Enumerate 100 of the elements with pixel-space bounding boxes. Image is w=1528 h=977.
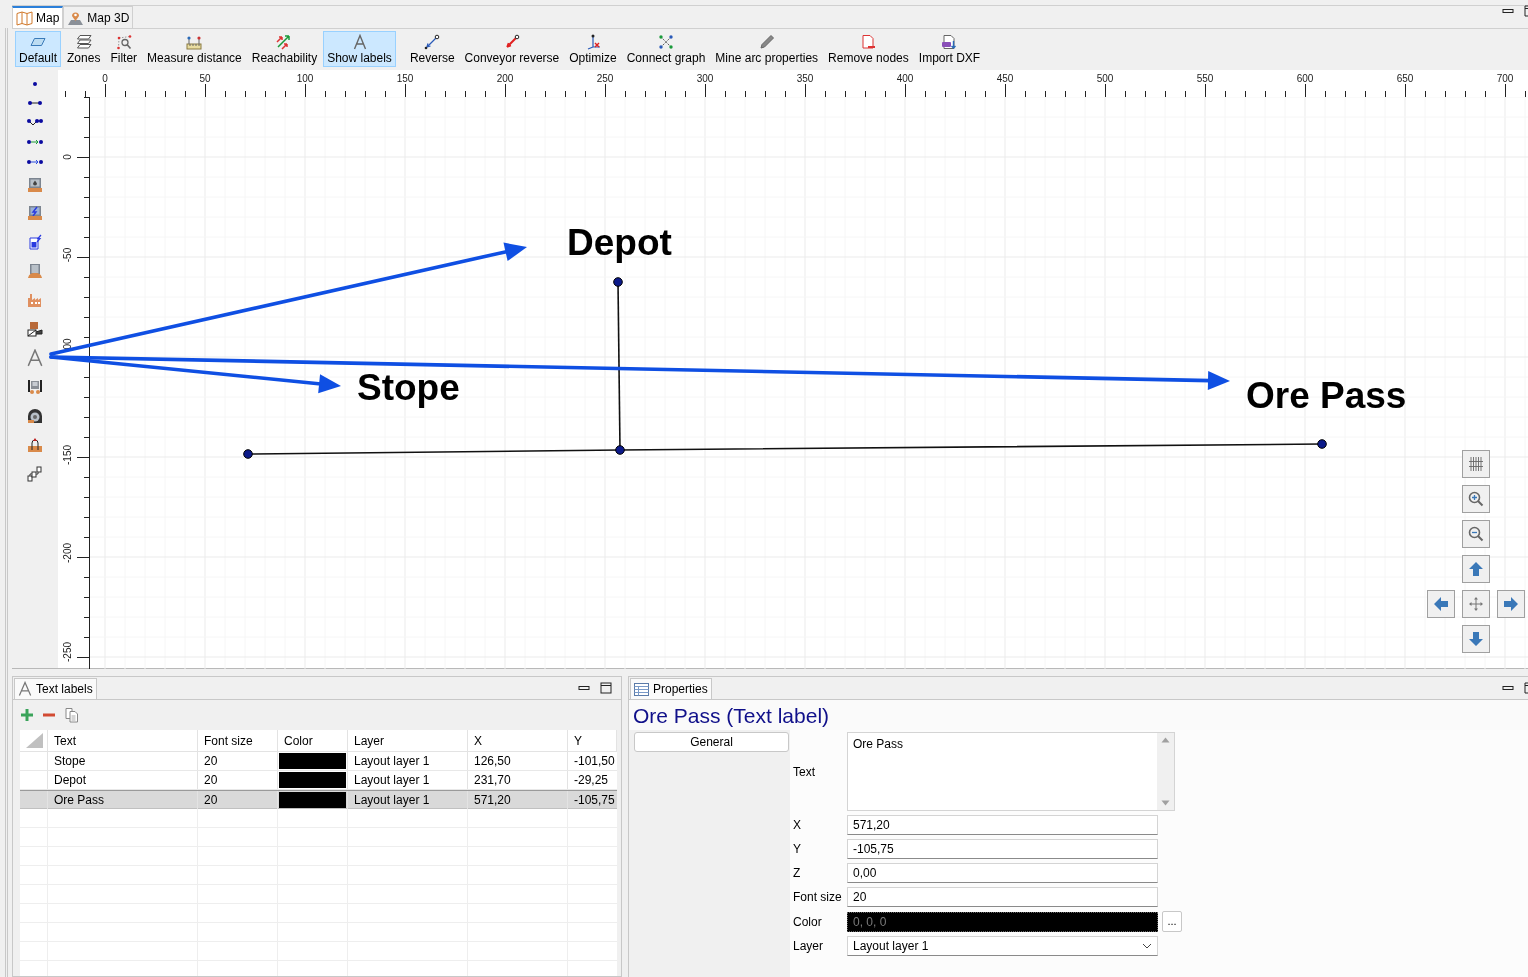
- letter-a-icon: [351, 34, 368, 50]
- copy-icon[interactable]: [64, 707, 80, 723]
- table-cell-text: -105,75: [573, 792, 616, 809]
- table-cell-text: -101,50: [573, 753, 616, 770]
- toolbar-button[interactable]: Remove nodes: [824, 31, 913, 67]
- arrow-right-icon: [1503, 596, 1519, 612]
- ruler-label: -150: [61, 445, 73, 465]
- arrow-left-icon: [1433, 596, 1449, 612]
- drum-icon[interactable]: [27, 408, 43, 424]
- table-cell: 20: [198, 771, 278, 789]
- toolbar-button[interactable]: Reverse: [405, 31, 459, 67]
- maximize-icon[interactable]: [600, 682, 612, 694]
- maximize-icon[interactable]: [1524, 682, 1528, 694]
- pan-right-button[interactable]: [1497, 590, 1525, 618]
- toolbar-button[interactable]: Reachability: [247, 31, 322, 67]
- panel-tab[interactable]: Text labels: [14, 678, 97, 699]
- ruler-label: 650: [1396, 73, 1414, 84]
- ruler-label: -200: [61, 543, 73, 563]
- table-row[interactable]: Stope 20 Layout layer 1 126,50 -101,50: [20, 752, 617, 771]
- minimize-icon[interactable]: [1502, 683, 1514, 693]
- diagonal-arrows-icon: [276, 34, 293, 50]
- table-cell: Stope: [48, 752, 198, 770]
- map-label: Ore Pass: [1246, 375, 1407, 416]
- ruler-label: 550: [1196, 73, 1214, 84]
- ruler-label: 100: [296, 73, 314, 84]
- zoom-out-button[interactable]: [1462, 520, 1490, 548]
- view-tab[interactable]: Map 3D: [63, 6, 134, 28]
- zoom-in-button[interactable]: [1462, 485, 1490, 513]
- ruler-label: -50: [61, 247, 73, 263]
- field-label: Text: [793, 763, 816, 781]
- text-input[interactable]: 571,20: [847, 815, 1158, 835]
- toolbar-button[interactable]: Mine arc properties: [711, 31, 823, 67]
- map-label: Stope: [357, 367, 460, 408]
- chevron-down-icon: [1142, 943, 1152, 949]
- ruler-label: 600: [1296, 73, 1314, 84]
- grid-toggle-button[interactable]: [1462, 450, 1490, 478]
- letter-a-icon[interactable]: [26, 349, 44, 367]
- plus-icon[interactable]: [20, 708, 34, 722]
- toolbar-button[interactable]: Measure distance: [143, 31, 246, 67]
- table-cell: 20: [198, 791, 278, 809]
- column-header[interactable]: Text: [48, 730, 198, 751]
- ruler-label: 00: [61, 338, 73, 350]
- layer-dropdown[interactable]: Layout layer 1: [847, 936, 1158, 956]
- color-field[interactable]: 0, 0, 0: [847, 911, 1158, 932]
- ruler-label: 50: [199, 73, 211, 84]
- table-icon: [634, 682, 649, 696]
- silo-icon[interactable]: [27, 263, 43, 279]
- battery-bolt-icon[interactable]: [27, 234, 43, 250]
- center-view-button[interactable]: [1462, 590, 1490, 618]
- field-label: Z: [793, 865, 802, 882]
- pan-left-button[interactable]: [1427, 590, 1455, 618]
- pan-up-button[interactable]: [1462, 555, 1490, 583]
- connected-nodes-icon: [658, 34, 674, 50]
- node-arrow-icon: [424, 34, 441, 50]
- toolbar-button[interactable]: Show labels: [323, 31, 396, 67]
- ruler-label: 350: [796, 73, 814, 84]
- panel-tab[interactable]: Properties: [630, 678, 712, 699]
- column-header[interactable]: Font size: [198, 730, 278, 751]
- pan-down-button[interactable]: [1462, 625, 1490, 653]
- lightning-box-icon[interactable]: [27, 205, 43, 221]
- ruler-label: 0: [102, 73, 108, 84]
- toolbar-button[interactable]: Connect graph: [622, 31, 710, 67]
- tank-icon[interactable]: [27, 177, 43, 193]
- letter-a-icon: [18, 681, 33, 697]
- text-input[interactable]: -105,75: [847, 839, 1158, 859]
- table-row[interactable]: Ore Pass 20 Layout layer 1 571,20 -105,75: [20, 790, 617, 809]
- toolbar-button[interactable]: Import DXF: [914, 31, 985, 67]
- field-label: Y: [793, 841, 802, 858]
- view-tab[interactable]: Map: [12, 6, 64, 28]
- toolbar-button[interactable]: Default: [15, 31, 62, 67]
- zoom-out-icon: [1468, 526, 1484, 542]
- text-area[interactable]: Ore Pass: [847, 732, 1175, 811]
- move-icon: [1469, 597, 1483, 611]
- text-input[interactable]: 0,00: [847, 863, 1158, 883]
- table-cell: Layout layer 1: [348, 771, 468, 789]
- hopper-icon[interactable]: [27, 321, 43, 337]
- text-input[interactable]: 20: [847, 887, 1158, 907]
- toolbar-button[interactable]: Conveyor reverse: [460, 31, 564, 67]
- column-header[interactable]: Layer: [348, 730, 468, 751]
- column-header[interactable]: Y: [568, 730, 617, 751]
- table-cell: Depot: [48, 771, 198, 789]
- machine-icon[interactable]: [27, 379, 43, 395]
- column-header[interactable]: Color: [278, 730, 348, 751]
- table-cell: Layout layer 1: [348, 752, 468, 770]
- toolbar-button[interactable]: Zones: [63, 31, 105, 67]
- shaft-arrow-icon[interactable]: [27, 437, 43, 453]
- ruler-label: -250: [61, 642, 73, 662]
- table-cell: 20: [198, 752, 278, 770]
- browse-button[interactable]: ...: [1162, 911, 1182, 932]
- ruler-label: 0: [61, 154, 73, 160]
- toolbar-button[interactable]: Optimize: [565, 31, 621, 67]
- minimize-icon[interactable]: [578, 683, 590, 693]
- steps-icon[interactable]: [27, 466, 43, 482]
- maximize-icon[interactable]: [1524, 5, 1528, 17]
- layers-icon: [75, 34, 92, 50]
- ruler-label: 400: [896, 73, 914, 84]
- toolbar-button[interactable]: Filter: [106, 31, 142, 67]
- minimize-icon[interactable]: [1502, 6, 1514, 16]
- column-header[interactable]: X: [468, 730, 568, 751]
- category-button[interactable]: General: [634, 732, 789, 752]
